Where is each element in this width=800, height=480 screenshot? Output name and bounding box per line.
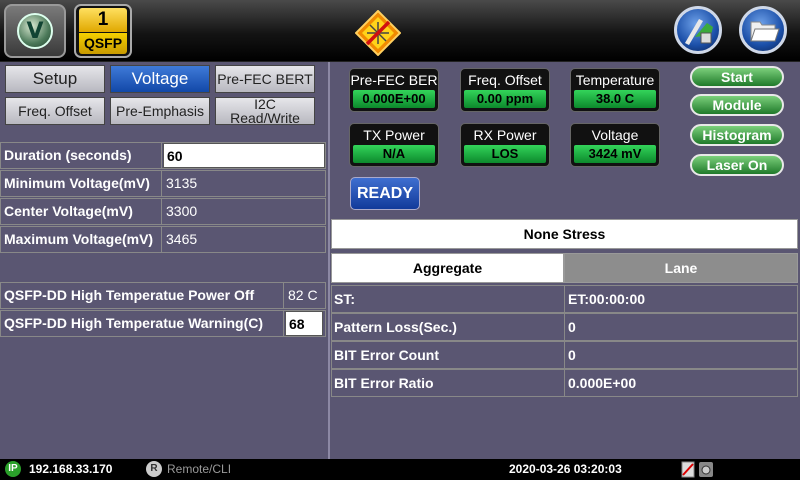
result-label: BIT Error Count [332, 342, 565, 368]
tab-pre-emphasis[interactable]: Pre-Emphasis [110, 97, 210, 125]
result-label: ST: [332, 286, 565, 312]
result-value: ET:00:00:00 [568, 291, 646, 307]
meter-title: RX Power [473, 127, 537, 143]
settings-tool-button[interactable] [674, 6, 722, 54]
folder-icon [750, 21, 780, 42]
param-row-center-voltage: Center Voltage(mV) 3300 [0, 198, 326, 225]
tab-lane[interactable]: Lane [564, 253, 798, 283]
param-label: QSFP-DD High Temperatue Warning(C) [1, 311, 284, 336]
param-row-duration: Duration (seconds) 60 [0, 142, 326, 169]
result-row-st: ST: ET:00:00:00 [331, 285, 798, 313]
center-voltage-value[interactable]: 3300 [163, 199, 325, 224]
port-selector-button[interactable]: 1 QSFP [74, 4, 132, 58]
file-browser-button[interactable] [739, 6, 787, 54]
meter-tx-power: TX Power N/A [349, 123, 439, 167]
param-row-max-voltage: Maximum Voltage(mV) 3465 [0, 226, 326, 253]
duration-input[interactable]: 60 [163, 143, 325, 168]
meter-title: Pre-FEC BER [350, 72, 438, 88]
port-label: QSFP [79, 33, 127, 54]
meter-value: 0.00 ppm [464, 90, 546, 108]
meter-title: Freq. Offset [468, 72, 542, 88]
meter-freq-offset: Freq. Offset 0.00 ppm [460, 68, 550, 112]
remote-icon: R [146, 461, 162, 477]
start-button[interactable]: Start [690, 66, 784, 88]
result-label: BIT Error Ratio [332, 370, 565, 396]
param-row-temp-power-off: QSFP-DD High Temperatue Power Off 82 C [0, 282, 326, 309]
meter-value: N/A [353, 145, 435, 163]
top-bar: V 1 QSFP [0, 0, 800, 62]
meter-title: Voltage [591, 127, 639, 143]
meter-rx-power: RX Power LOS [460, 123, 550, 167]
tab-pre-fec-bert[interactable]: Pre-FEC BERT [215, 65, 315, 93]
battery-icon [681, 461, 695, 478]
result-label: Pattern Loss(Sec.) [332, 314, 565, 340]
param-label: QSFP-DD High Temperatue Power Off [1, 283, 284, 308]
stress-mode-bar: None Stress [331, 219, 798, 249]
meter-title: Temperature [575, 72, 655, 88]
tool-icon [685, 19, 713, 45]
param-label: Center Voltage(mV) [1, 199, 162, 224]
result-value: 0 [568, 347, 576, 363]
ready-status: READY [350, 177, 420, 210]
result-row-pattern-loss: Pattern Loss(Sec.) 0 [331, 313, 798, 341]
result-value: 0.000E+00 [568, 375, 637, 391]
remote-status: Remote/CLI [167, 462, 232, 476]
home-logo-button[interactable]: V [4, 4, 66, 58]
max-voltage-value[interactable]: 3465 [163, 227, 325, 252]
laser-on-button[interactable]: Laser On [690, 154, 784, 176]
param-label: Minimum Voltage(mV) [1, 171, 162, 196]
meter-pre-fec-ber: Pre-FEC BER 0.000E+00 [349, 68, 439, 112]
laser-warning-icon [355, 10, 401, 56]
port-number: 1 [79, 8, 127, 32]
ip-address: 192.168.33.170 [29, 462, 113, 476]
result-value: 0 [568, 319, 576, 335]
meter-value: 3424 mV [574, 145, 656, 163]
meter-value: 0.000E+00 [353, 90, 435, 108]
tab-i2c-read-write[interactable]: I2C Read/Write [215, 97, 315, 125]
param-label: Duration (seconds) [1, 143, 162, 168]
tab-voltage[interactable]: Voltage [110, 65, 210, 93]
logo-icon: V [17, 13, 53, 49]
temp-warning-input[interactable]: 68 [285, 311, 323, 336]
power-plug-icon [699, 462, 713, 477]
histogram-button[interactable]: Histogram [690, 124, 784, 146]
meter-value: LOS [464, 145, 546, 163]
datetime: 2020-03-26 03:20:03 [509, 462, 622, 476]
meter-temperature: Temperature 38.0 C [570, 68, 660, 112]
result-row-bit-error-ratio: BIT Error Ratio 0.000E+00 [331, 369, 798, 397]
panel-divider [328, 62, 330, 459]
min-voltage-value[interactable]: 3135 [163, 171, 325, 196]
param-row-temp-warning: QSFP-DD High Temperatue Warning(C) 68 [0, 310, 326, 337]
meter-value: 38.0 C [574, 90, 656, 108]
result-row-bit-error-count: BIT Error Count 0 [331, 341, 798, 369]
param-row-min-voltage: Minimum Voltage(mV) 3135 [0, 170, 326, 197]
tab-setup[interactable]: Setup [5, 65, 105, 93]
meter-title: TX Power [363, 127, 425, 143]
module-button[interactable]: Module [690, 94, 784, 116]
tab-freq-offset[interactable]: Freq. Offset [5, 97, 105, 125]
tab-aggregate[interactable]: Aggregate [331, 253, 564, 283]
ip-icon: IP [5, 461, 21, 477]
meter-voltage: Voltage 3424 mV [570, 123, 660, 167]
param-label: Maximum Voltage(mV) [1, 227, 162, 252]
temp-power-off-value: 82 C [288, 287, 318, 303]
status-bar: IP 192.168.33.170 R Remote/CLI 2020-03-2… [0, 459, 800, 480]
